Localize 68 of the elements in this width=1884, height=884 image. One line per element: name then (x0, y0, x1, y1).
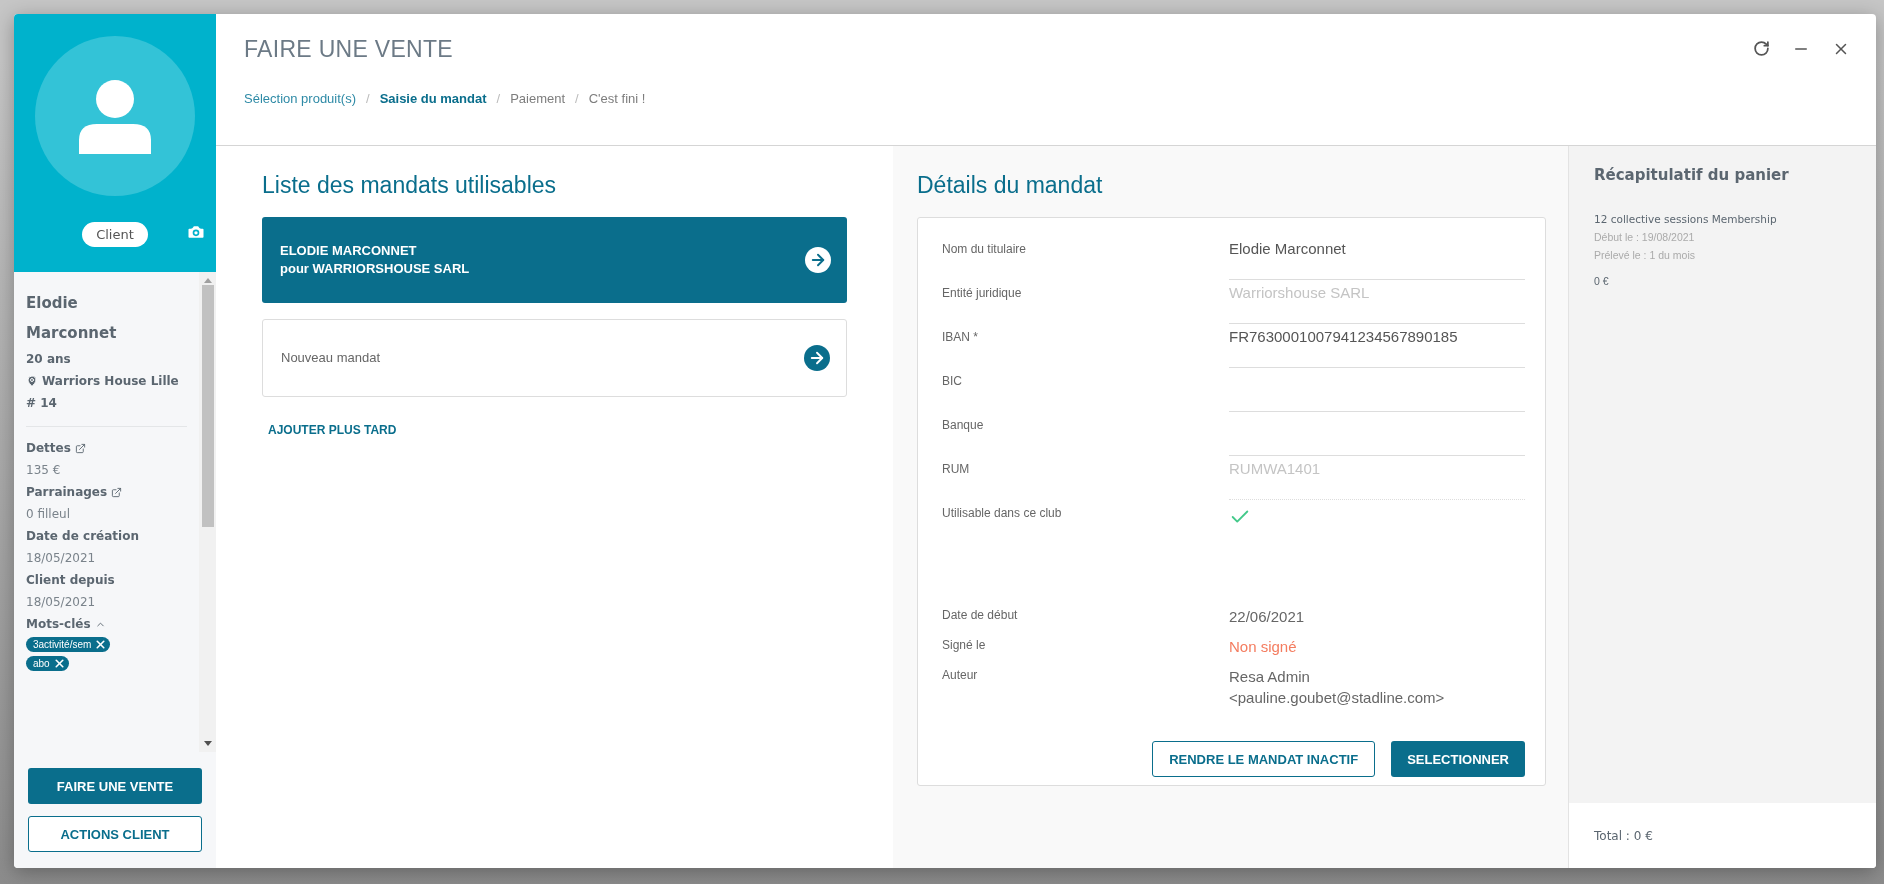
cart-item-detail: Début le : 19/08/2021 (1594, 230, 1696, 245)
mandate-card[interactable]: ELODIE MARCONNET pour WARRIORSHOUSE SARL (262, 217, 847, 303)
input-field: Warriorshouse SARL (1229, 280, 1525, 324)
field-value: 0 filleul (26, 506, 71, 523)
breadcrumb-step: C'est fini ! (588, 91, 646, 106)
field-label: Auteur (942, 667, 979, 682)
client-number: # 14 (26, 395, 58, 412)
breadcrumb-step: Paiement (510, 91, 566, 106)
dialog-title: FAIRE UNE VENTE (244, 36, 453, 63)
client-age: 20 ans (26, 351, 72, 368)
cart-item-detail: Prélevé le : 1 du mois (1594, 248, 1696, 263)
field-label: Dettes (26, 440, 71, 457)
field-label: Nom du titulaire (942, 241, 1028, 256)
field-label: RUM (942, 461, 971, 476)
breadcrumb-separator: / (575, 91, 579, 106)
select-button[interactable]: SELECTIONNER (1391, 741, 1525, 777)
add-later-link[interactable]: AJOUTER PLUS TARD (268, 423, 397, 437)
section-title: Liste des mandats utilisables (262, 172, 558, 199)
external-link-icon[interactable] (74, 442, 86, 454)
field-label: Parrainages (26, 484, 108, 501)
field-label: Date de création (26, 528, 139, 545)
breadcrumb-separator: / (366, 91, 370, 106)
refresh-icon[interactable] (1753, 40, 1770, 57)
field-label: BIC (942, 373, 963, 388)
close-icon[interactable] (52, 657, 66, 670)
person-icon (77, 78, 153, 154)
breadcrumb-step[interactable]: Sélection produit(s) (244, 91, 356, 106)
sale-button[interactable]: FAIRE UNE VENTE (28, 768, 202, 804)
field-value: 18/05/2021 (26, 594, 97, 611)
mandate-title: Nouveau mandat (281, 349, 380, 367)
scrollbar[interactable] (199, 272, 216, 752)
arrow-right-icon (804, 345, 830, 371)
breadcrumb-separator: / (496, 91, 501, 106)
client-name: Elodie Marconnet (26, 293, 118, 344)
cart-item-price: 0 € (1594, 274, 1610, 289)
deactivate-button[interactable]: RENDRE LE MANDAT INACTIF (1152, 741, 1376, 777)
keyword-tag: 3activité/sem (26, 637, 111, 652)
external-link-icon[interactable] (111, 486, 123, 498)
input-field[interactable]: Elodie Marconnet (1229, 236, 1525, 280)
input-field: RUMWA1401 (1229, 456, 1525, 500)
field-value: 22/06/2021 (1229, 607, 1306, 627)
mandate-title: ELODIE MARCONNET (280, 242, 418, 260)
location-pin-icon (26, 375, 38, 387)
field-value: Non signé (1229, 637, 1298, 657)
arrow-right-icon (805, 247, 831, 273)
field-value: 18/05/2021 (26, 550, 97, 567)
field-label: Utilisable dans ce club (942, 505, 1063, 520)
cart-item-name: 12 collective sessions Membership (1594, 212, 1778, 227)
breadcrumb-step: Saisie du mandat (379, 91, 487, 106)
field-label: Date de début (942, 607, 1019, 622)
field-value: Resa Admin <pauline.goubet@stadline.com> (1229, 667, 1446, 708)
mandate-subtitle: pour WARRIORSHOUSE SARL (280, 260, 470, 278)
client-actions-button[interactable]: ACTIONS CLIENT (28, 816, 202, 852)
field-value: 135 € (26, 462, 62, 479)
field-label: Client depuis (26, 572, 115, 589)
club-name: Warriors House Lille (42, 373, 179, 390)
keyword-tag: abo (26, 656, 69, 671)
input-field[interactable]: FR7630001007941234567890185 (1229, 324, 1525, 368)
cart-total: Total : 0 € (1569, 803, 1876, 868)
client-badge: Client (82, 222, 148, 247)
keywords-label: Mots-clés (26, 616, 91, 633)
field-label: Signé le (942, 637, 987, 652)
section-title: Détails du mandat (917, 172, 1104, 199)
cart-title: Récapitulatif du panier (1594, 166, 1790, 184)
field-label: Banque (942, 417, 985, 432)
field-label: IBAN * (942, 329, 979, 344)
mandate-card[interactable]: Nouveau mandat (262, 319, 847, 397)
field-label: Entité juridique (942, 285, 1023, 300)
